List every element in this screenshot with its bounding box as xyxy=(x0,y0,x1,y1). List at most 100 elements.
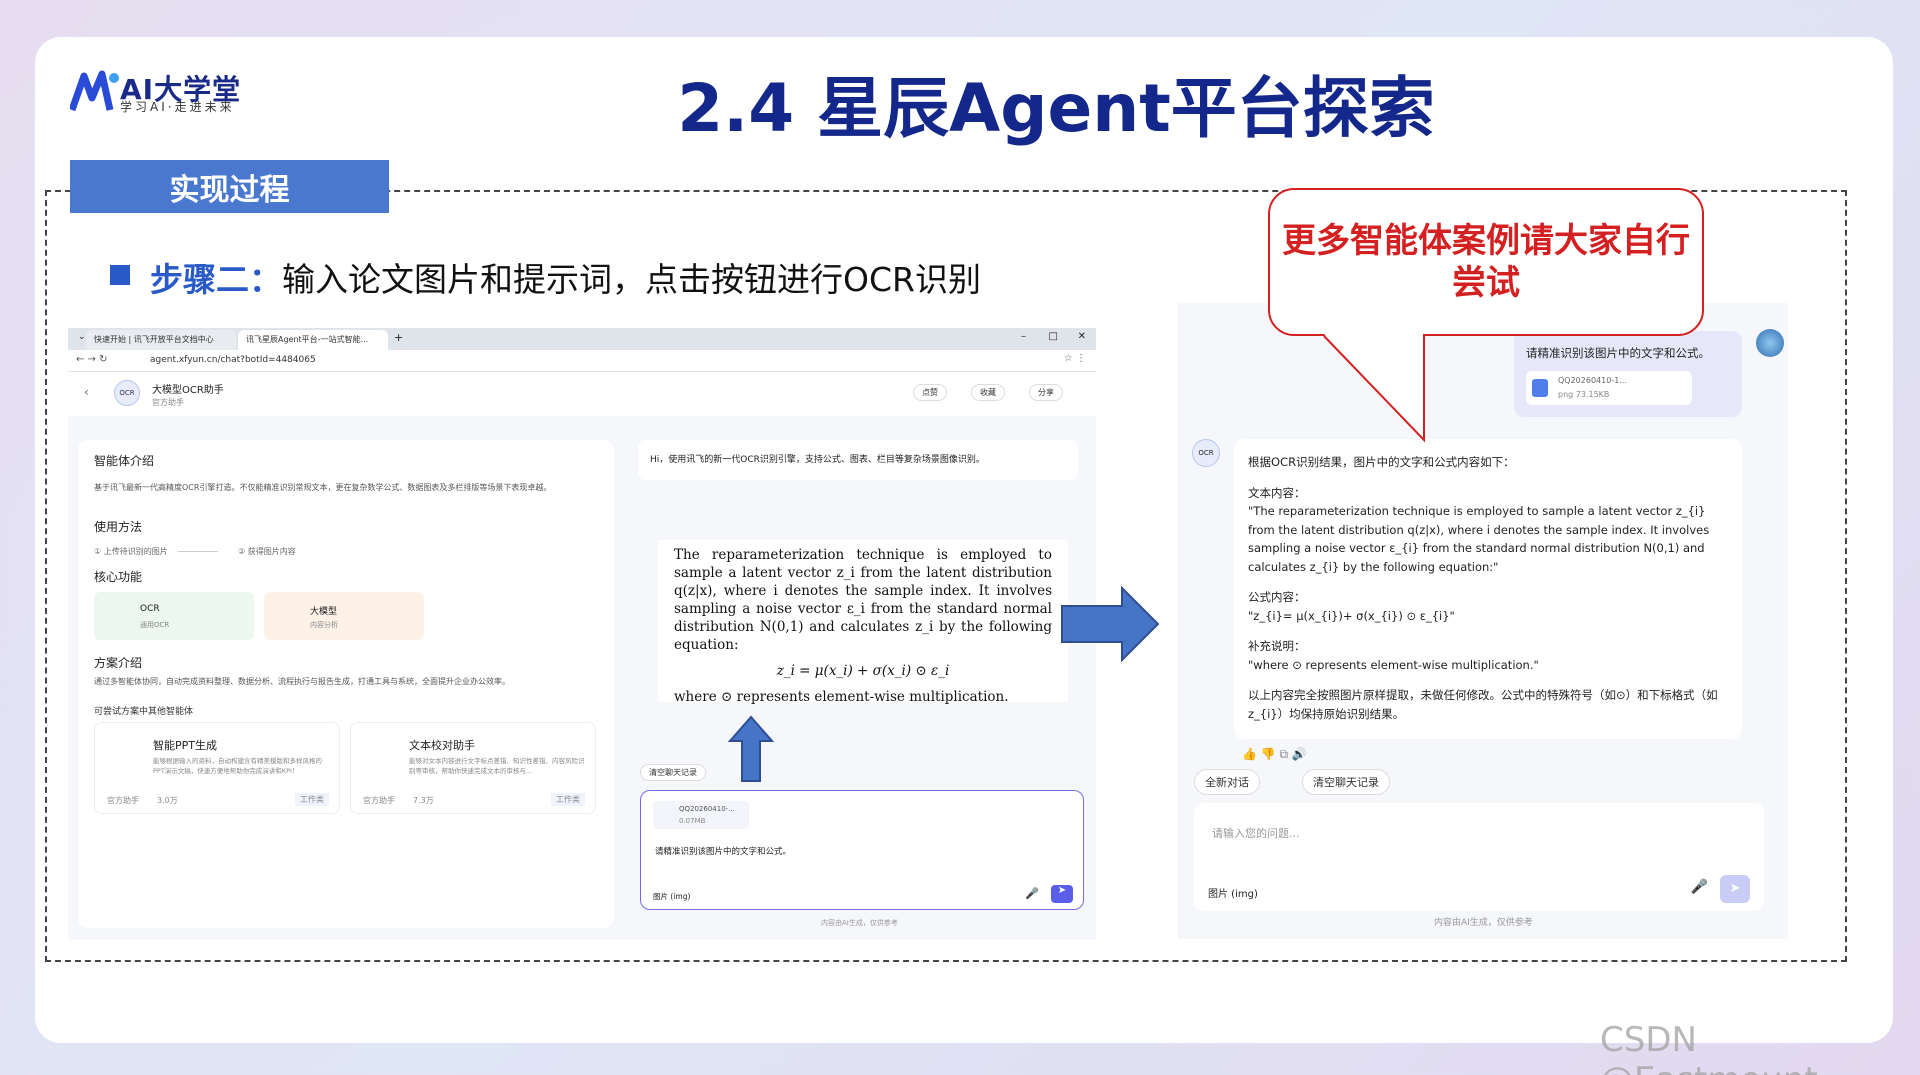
feature-llm-sub: 内容分析 xyxy=(310,621,338,629)
address-bar: ← → ↻ agent.xfyun.cn/chat?botId=4484065 … xyxy=(68,350,1096,372)
disclaimer: 内容由AI生成，仅供参考 xyxy=(1434,918,1533,928)
reply-action-icons[interactable]: 👍 👎 ⧉ 🔊 xyxy=(1242,747,1307,762)
agent-intro-panel: 智能体介绍 基于讯飞最新一代高精度OCR引擎打造。不仅能精准识别常规文本，更在复… xyxy=(78,440,614,928)
step-text: 输入论文图片和提示词，点击按钮进行OCR识别 xyxy=(282,260,981,299)
reply-note-body: "where ⊙ represents element-wise multipl… xyxy=(1248,657,1539,672)
agent-card-proofread[interactable]: 文本校对助手 能够对文本内容进行文字标点差错、知识性差错、内容风险识别等审核，帮… xyxy=(350,722,596,814)
reply-note-label: 补充说明： xyxy=(1248,639,1306,653)
plan-title: 方案介绍 xyxy=(94,656,143,670)
reply-summary: 以上内容完全按照图片原样提取，未做任何修改。公式中的特殊符号（如⊙）和下标格式（… xyxy=(1248,688,1718,721)
agent-name: 大模型OCR助手 xyxy=(152,385,224,396)
browser-tabbar: 快速开始 | 讯飞开放平台文档中心 讯飞星辰Agent平台-一站式智能... ⌄… xyxy=(68,328,1096,350)
reply-formula-label: 公式内容： xyxy=(1248,590,1306,604)
chat-input-box[interactable]: 请输入您的问题... 图片 (img) 🎤 ➤ xyxy=(1194,803,1764,911)
user-attachment[interactable]: QQ20260410-1... png 73.15KB xyxy=(1526,371,1692,405)
greeting-bubble: Hi，使用讯飞的新一代OCR识别引擎，支持公式、图表、栏目等复杂场景图像识别。 xyxy=(638,440,1078,480)
others-title: 可尝试方案中其他智能体 xyxy=(94,707,194,717)
intro-text: 基于讯飞最新一代高精度OCR引擎打造。不仅能精准识别常规文本，更在复杂数学公式、… xyxy=(94,483,552,492)
callout-bubble: 更多智能体案例请大家自行尝试 xyxy=(1268,188,1704,336)
agent-card-ppt[interactable]: 智能PPT生成 能够根据输入的资料，自动构建含有精美模版和多样风格的PPT演示文… xyxy=(94,722,340,814)
usage-step-2-label: 获得图片内容 xyxy=(247,547,296,556)
feature-ocr[interactable]: OCR 通用OCR xyxy=(94,592,254,640)
agent-card-proofread-name: 文本校对助手 xyxy=(409,739,475,752)
usage-step-2: ② 获得图片内容 xyxy=(238,547,296,556)
image-upload-button[interactable]: 图片 (img) xyxy=(1208,885,1258,900)
bullet-square xyxy=(110,265,130,285)
user-attachment-meta: png 73.15KB xyxy=(1558,390,1610,399)
clear-history-button[interactable]: 清空聊天记录 xyxy=(640,764,706,781)
feature-ocr-sub: 通用OCR xyxy=(140,621,170,629)
new-chat-button[interactable]: 全新对话 xyxy=(1194,769,1260,795)
intro-title: 智能体介绍 xyxy=(94,454,155,468)
share-button[interactable]: 分享 xyxy=(1029,384,1063,401)
back-icon[interactable]: ‹ xyxy=(84,385,89,399)
agent-card-ppt-count: 3.0万 xyxy=(157,796,178,805)
image-upload-button[interactable]: 图片 (img) xyxy=(653,891,690,902)
reply-text-body: "The reparameterization technique is emp… xyxy=(1248,504,1710,574)
like-button[interactable]: 点赞 xyxy=(913,384,947,401)
agent-card-proofread-count: 7.3万 xyxy=(413,796,434,805)
reply-intro: 根据OCR识别结果，图片中的文字和公式内容如下： xyxy=(1248,455,1515,469)
ocr-agent-avatar: OCR xyxy=(1192,439,1220,467)
paper-image: The reparameterization technique is empl… xyxy=(658,540,1068,705)
minimize-icon[interactable]: – xyxy=(1021,331,1026,342)
attached-file: QQ20260410-... 0.07MB xyxy=(653,801,749,829)
up-arrow-icon xyxy=(728,715,774,782)
browser-toolbar-icons[interactable]: ☆ ⋮ xyxy=(1064,353,1086,364)
agent-card-proofread-tag: 工作类 xyxy=(551,793,585,806)
user-avatar xyxy=(1756,329,1784,357)
feature-llm-name: 大模型 xyxy=(310,607,338,617)
slide-title: 2.4 星辰Agent平台探索 xyxy=(677,70,1435,147)
favorite-button[interactable]: 收藏 xyxy=(971,384,1005,401)
clear-history-button[interactable]: 清空聊天记录 xyxy=(1302,769,1390,795)
step-line: 步骤二：输入论文图片和提示词，点击按钮进行OCR识别 xyxy=(150,253,981,301)
user-message: 请精准识别该图片中的文字和公式。 QQ20260410-1... png 73.… xyxy=(1514,331,1742,417)
ocr-agent-avatar: OCR xyxy=(114,380,140,406)
input-text: 请精准识别该图片中的文字和公式。 xyxy=(655,847,792,857)
browser-tab[interactable]: 快速开始 | 讯飞开放平台文档中心 xyxy=(86,330,236,350)
step-label: 步骤二： xyxy=(150,260,282,299)
agent-card-proofread-meta: 官方助手 xyxy=(363,796,395,805)
usage-step-1: ① 上传待识别的图片 xyxy=(94,547,168,556)
paper-paragraph: The reparameterization technique is empl… xyxy=(674,547,1052,653)
close-window-icon[interactable]: ✕ xyxy=(1078,331,1086,342)
chat-input-placeholder[interactable]: 请输入您的问题... xyxy=(1212,825,1300,841)
agent-card-ppt-name: 智能PPT生成 xyxy=(153,739,217,752)
watermark: CSDN @Eastmount xyxy=(1600,1020,1818,1075)
paper-equation: z_i = μ(x_i) + σ(x_i) ⊙ ε_i xyxy=(776,663,950,679)
section-tab: 实现过程 xyxy=(70,160,389,213)
agent-header: ‹ OCR 大模型OCR助手 官方助手 点赞 收藏 分享 xyxy=(68,372,1096,416)
attached-file-size: 0.07MB xyxy=(679,817,706,825)
usage-step-1-label: 上传待识别的图片 xyxy=(103,547,168,556)
plan-text: 通过多智能体协同，自动完成资料整理、数据分析、流程执行与报告生成，打通工具与系统… xyxy=(94,677,510,686)
maximize-icon[interactable]: □ xyxy=(1049,331,1058,342)
left-screenshot: 快速开始 | 讯飞开放平台文档中心 讯飞星辰Agent平台-一站式智能... ⌄… xyxy=(68,328,1096,940)
send-button[interactable]: ➤ xyxy=(1051,885,1073,903)
browser-tab-active[interactable]: 讯飞星辰Agent平台-一站式智能... xyxy=(238,330,388,350)
mic-icon[interactable]: 🎤 xyxy=(1691,879,1708,895)
paper-where: where ⊙ represents element-wise multipli… xyxy=(674,689,1009,705)
agent-subtitle: 官方助手 xyxy=(152,398,184,407)
user-attachment-name: QQ20260410-1... xyxy=(1558,376,1627,385)
callout-tail xyxy=(1323,334,1425,443)
image-file-icon xyxy=(1532,379,1548,397)
mic-icon[interactable]: 🎤 xyxy=(1025,887,1039,900)
nav-icons[interactable]: ← → ↻ xyxy=(76,354,108,365)
reply-formula-body: "z_{i}= μ(x_{i})+ σ(x_{i}) ⊙ ε_{i}" xyxy=(1248,608,1455,623)
tab-menu-icon[interactable]: ⌄ xyxy=(78,332,86,342)
usage-divider xyxy=(178,551,218,552)
user-message-text: 请精准识别该图片中的文字和公式。 xyxy=(1526,346,1710,360)
agent-reply: 根据OCR识别结果，图片中的文字和公式内容如下： 文本内容： "The repa… xyxy=(1234,439,1742,739)
feature-ocr-name: OCR xyxy=(140,604,160,614)
agent-card-proofread-desc: 能够对文本内容进行文字标点差错、知识性差错、内容风险识别等审核，帮助你快速完成文… xyxy=(409,757,585,775)
send-button[interactable]: ➤ xyxy=(1720,875,1750,903)
attached-file-name: QQ20260410-... xyxy=(679,805,735,813)
agent-card-ppt-desc: 能够根据输入的资料，自动构建含有精美模版和多样风格的PPT演示文稿，快速方便地帮… xyxy=(153,757,322,775)
new-tab-icon[interactable]: + xyxy=(394,331,403,344)
agent-card-ppt-meta: 官方助手 xyxy=(107,796,139,805)
agent-card-ppt-tag: 工作类 xyxy=(295,793,329,806)
feature-llm[interactable]: 大模型 内容分析 xyxy=(264,592,424,640)
core-title: 核心功能 xyxy=(94,570,143,584)
chat-input-box[interactable]: QQ20260410-... 0.07MB 请精准识别该图片中的文字和公式。 图… xyxy=(640,790,1084,910)
url-field[interactable]: agent.xfyun.cn/chat?botId=4484065 xyxy=(150,355,316,365)
